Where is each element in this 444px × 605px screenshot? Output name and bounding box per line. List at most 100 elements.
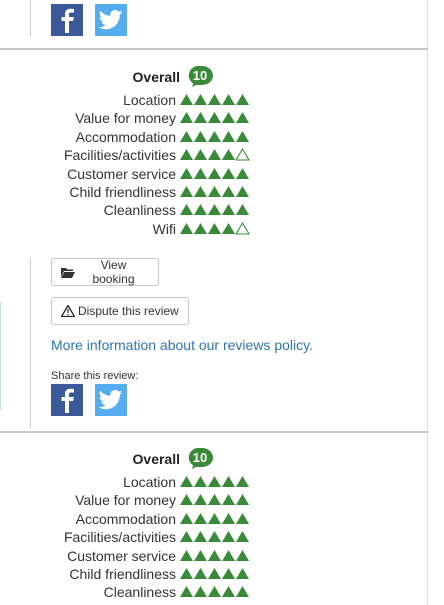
rating-triangle-filled bbox=[180, 549, 193, 561]
rating-triangle-filled bbox=[194, 512, 207, 524]
rating-triangle-filled bbox=[236, 204, 249, 216]
facebook-icon[interactable] bbox=[51, 4, 83, 36]
rating-triangles bbox=[180, 167, 249, 179]
rating-row: Child friendliness bbox=[0, 183, 252, 201]
dispute-review-button[interactable]: Dispute this review bbox=[51, 297, 189, 325]
rating-triangle-filled bbox=[222, 476, 235, 487]
rating-label: Child friendliness bbox=[69, 184, 176, 200]
rating-triangle-filled bbox=[236, 586, 249, 598]
rating-triangles bbox=[180, 94, 249, 105]
share-label: Share this review: bbox=[51, 370, 139, 382]
rating-triangle-filled bbox=[208, 167, 221, 179]
rating-row: Location bbox=[0, 91, 252, 109]
rating-triangle-filled bbox=[208, 476, 221, 487]
rating-row: Child friendliness bbox=[0, 565, 252, 583]
rating-triangle-filled bbox=[194, 494, 207, 506]
rating-triangle-filled bbox=[194, 167, 207, 179]
view-booking-label: View booking bbox=[92, 258, 135, 286]
reviews-policy-link[interactable]: More information about our reviews polic… bbox=[51, 337, 313, 353]
rating-triangle-filled bbox=[194, 222, 207, 234]
rating-triangle-filled bbox=[180, 568, 193, 579]
dispute-label: Dispute this review bbox=[78, 304, 179, 318]
rating-triangle-filled bbox=[222, 204, 235, 216]
rating-triangle-filled bbox=[208, 204, 221, 216]
rating-triangle-filled bbox=[194, 549, 207, 561]
rating-triangle-filled bbox=[236, 512, 249, 524]
rating-row: Customer service bbox=[0, 165, 252, 183]
rating-label: Accommodation bbox=[75, 510, 176, 527]
rating-triangle-filled bbox=[222, 568, 235, 579]
rating-triangle-filled bbox=[222, 512, 235, 524]
rating-triangle-filled bbox=[180, 186, 193, 197]
rating-row: Accommodation bbox=[0, 510, 252, 528]
twitter-icon[interactable] bbox=[95, 384, 127, 416]
rating-triangles bbox=[180, 148, 250, 161]
twitter-icon[interactable] bbox=[95, 4, 127, 36]
rating-label: Value for money bbox=[75, 110, 176, 127]
rating-triangles bbox=[180, 549, 249, 561]
rating-triangle-filled bbox=[194, 568, 207, 579]
rating-triangle-filled bbox=[180, 94, 193, 105]
rating-triangle-filled bbox=[194, 586, 207, 598]
rating-row: Cleanliness bbox=[0, 583, 252, 601]
rating-triangle-filled bbox=[194, 186, 207, 197]
rating-triangles bbox=[180, 221, 250, 235]
rating-triangle-filled bbox=[208, 586, 221, 598]
rating-triangle-filled bbox=[236, 494, 249, 506]
rating-triangle-filled bbox=[180, 130, 193, 142]
rating-triangles bbox=[180, 494, 249, 506]
view-booking-button[interactable]: View booking bbox=[51, 258, 159, 286]
rating-triangle-filled bbox=[236, 476, 249, 487]
score-badge: 10 bbox=[186, 65, 214, 87]
rating-triangles bbox=[180, 204, 249, 216]
rating-triangle-filled bbox=[194, 204, 207, 216]
rating-label: Facilities/activities bbox=[63, 147, 176, 164]
rating-triangle-filled bbox=[180, 222, 193, 234]
rating-triangle-filled bbox=[222, 149, 235, 161]
rating-row: Cleanliness bbox=[0, 201, 252, 219]
rating-triangle-filled bbox=[180, 149, 193, 161]
facebook-icon[interactable] bbox=[51, 384, 83, 416]
rating-label: Cleanliness bbox=[103, 584, 176, 601]
rating-row: Value for money bbox=[0, 109, 252, 127]
rating-row: Wifi bbox=[0, 220, 252, 238]
rating-triangle-filled bbox=[236, 130, 249, 142]
right-border bbox=[427, 0, 428, 605]
rating-label: Location bbox=[123, 92, 176, 108]
rating-label: Wifi bbox=[152, 220, 176, 237]
rating-triangle-filled bbox=[180, 586, 193, 598]
rating-triangle-filled bbox=[222, 222, 235, 234]
rating-triangle-filled bbox=[222, 130, 235, 142]
rating-triangle-filled bbox=[180, 476, 193, 487]
rating-triangles bbox=[180, 186, 249, 197]
rating-triangle-filled bbox=[208, 568, 221, 579]
rating-label: Cleanliness bbox=[103, 202, 176, 219]
rating-triangle-filled bbox=[194, 130, 207, 142]
rating-triangles bbox=[180, 112, 249, 124]
rating-triangle-filled bbox=[208, 512, 221, 524]
rating-triangle-filled bbox=[194, 476, 207, 487]
score-badge: 10 bbox=[186, 447, 214, 469]
rating-triangle-filled bbox=[236, 549, 249, 561]
rating-triangle-filled bbox=[208, 94, 221, 105]
share-icons bbox=[51, 384, 127, 416]
rating-triangle-filled bbox=[208, 149, 221, 161]
rating-triangles bbox=[180, 568, 249, 579]
rating-label: Location bbox=[123, 474, 176, 490]
overall-label: Overall bbox=[132, 451, 180, 467]
folder-icon bbox=[61, 267, 75, 278]
rating-triangles bbox=[180, 130, 249, 142]
rating-triangles bbox=[180, 531, 249, 543]
rating-triangle-filled bbox=[236, 531, 249, 543]
rating-triangles bbox=[180, 586, 249, 598]
rating-row: Value for money bbox=[0, 491, 252, 509]
rating-triangle-filled bbox=[236, 94, 249, 105]
rating-triangle-filled bbox=[222, 531, 235, 543]
rating-row: Accommodation bbox=[0, 128, 252, 146]
rating-label: Facilities/activities bbox=[63, 529, 176, 546]
rating-triangle-filled bbox=[222, 94, 235, 105]
overall-score: Overall 10 bbox=[0, 448, 213, 469]
rating-triangle-filled bbox=[194, 531, 207, 543]
score-value: 10 bbox=[192, 450, 208, 465]
panel-edge bbox=[0, 302, 1, 410]
